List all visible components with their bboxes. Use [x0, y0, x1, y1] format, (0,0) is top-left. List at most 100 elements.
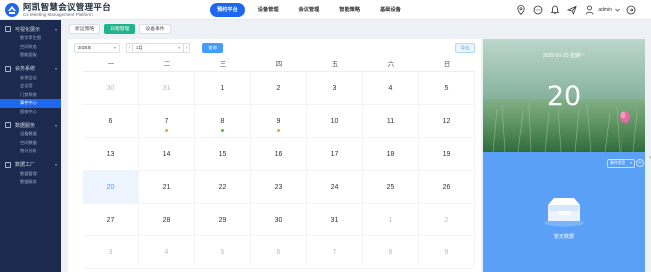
calendar-day[interactable]: 1	[195, 72, 251, 105]
calendar-day[interactable]: 24	[307, 170, 363, 204]
sidebar-item[interactable]: 报修中心	[0, 108, 61, 117]
calendar-day[interactable]: 18	[363, 137, 419, 171]
day-number: 6	[108, 117, 113, 125]
calendar-day[interactable]: 27	[83, 203, 139, 237]
calendar-day[interactable]: 26	[419, 170, 475, 204]
calendar-day[interactable]: 21	[139, 170, 195, 204]
month-select-chevron-icon: ▾	[177, 45, 180, 50]
bell-icon[interactable]	[549, 4, 561, 16]
calendar-day-today[interactable]: 20	[83, 170, 139, 204]
sidebar-item[interactable]: 设备数据	[0, 130, 61, 139]
calendar-day[interactable]: 9	[419, 236, 475, 270]
weekday-header: 一二三四五六日	[83, 58, 475, 72]
sidebar-group-data-services[interactable]: 数据服务 ▾	[0, 120, 61, 130]
calendar-day[interactable]: 28	[139, 203, 195, 237]
export-button[interactable]: 导出	[455, 43, 475, 53]
calendar-day[interactable]: 30	[83, 72, 139, 105]
sidebar-item[interactable]: 会议室	[0, 82, 61, 91]
calendar-day[interactable]: 8	[195, 104, 251, 138]
day-number: 8	[388, 249, 393, 257]
calendar-day[interactable]: 10	[307, 104, 363, 138]
empty-box-icon	[542, 195, 586, 232]
calendar-day[interactable]: 30	[251, 203, 307, 237]
sidebar-item[interactable]: 数字孪生图	[0, 34, 61, 43]
sidebar-item[interactable]: 数据管理	[0, 170, 61, 179]
calendar-day[interactable]: 22	[195, 170, 251, 204]
calendar-day[interactable]: 12	[419, 104, 475, 138]
nav-device-management[interactable]: 设备管理	[251, 3, 286, 17]
weekday-label: 二	[163, 61, 171, 68]
calendar-day[interactable]: 6	[83, 104, 139, 138]
nav-meeting-management[interactable]: 会议管理	[292, 3, 327, 17]
sidebar-item[interactable]: 智能面板	[0, 51, 61, 60]
user-name[interactable]: admin	[598, 7, 612, 13]
calendar-day[interactable]: 14	[139, 137, 195, 171]
nav-smart-strategy[interactable]: 智能策略	[332, 3, 367, 17]
calendar-day[interactable]: 7	[139, 104, 195, 138]
calendar-day[interactable]: 29	[195, 203, 251, 237]
calendar-day[interactable]: 2	[251, 72, 307, 105]
calendar-day[interactable]: 11	[363, 104, 419, 138]
calendar-day[interactable]: 13	[83, 137, 139, 171]
message-icon[interactable]	[532, 4, 544, 16]
calendar-day[interactable]: 2	[419, 203, 475, 237]
sidebar-group-meeting-system[interactable]: 会务系统 ▾	[0, 64, 61, 74]
tab-operation-strategy[interactable]: 新运策略	[69, 24, 101, 34]
top-right-tools: admin	[510, 3, 637, 17]
month-select[interactable]: 1月 ▾	[132, 43, 184, 53]
month-select-value: 1月	[136, 45, 143, 50]
calendar-day[interactable]: 7	[307, 236, 363, 270]
calendar-day[interactable]: 9	[251, 104, 307, 138]
sidebar-item[interactable]: 数据服务	[0, 178, 61, 187]
location-icon[interactable]	[515, 4, 527, 16]
year-select-value: 2025年	[78, 45, 92, 50]
day-number: 23	[274, 183, 283, 191]
calendar-day[interactable]: 3	[83, 236, 139, 270]
logout-icon[interactable]	[625, 4, 637, 16]
day-number: 2	[276, 85, 281, 92]
day-number: 13	[106, 150, 115, 158]
sidebar-item[interactable]: 门禁系统	[0, 91, 61, 100]
sidebar-item[interactable]: 安排会议	[0, 74, 61, 83]
calendar-day[interactable]: 4	[363, 72, 419, 105]
sidebar-item[interactable]: 空间数据	[0, 139, 61, 148]
day-number: 30	[274, 216, 283, 224]
calendar-day[interactable]: 6	[251, 236, 307, 270]
sidebar-item[interactable]: 统计分析	[0, 147, 61, 156]
chevron-down-icon[interactable]	[614, 4, 620, 16]
calendar-day[interactable]: 25	[363, 170, 419, 204]
nav-booking-platform[interactable]: 预约平台	[210, 3, 245, 17]
add-event-button[interactable]: +	[636, 159, 644, 167]
user-icon[interactable]	[583, 4, 595, 16]
day-number: 1	[388, 216, 393, 224]
send-icon[interactable]	[566, 4, 578, 16]
day-number: 2	[444, 216, 449, 224]
sidebar-item[interactable]: 事件中心	[0, 99, 61, 108]
sidebar-group-data-factory[interactable]: 数据工厂 ▾	[0, 160, 61, 170]
sidebar-group-visualization[interactable]: 可视化展示 ▾	[0, 24, 61, 34]
query-button[interactable]: 查询	[202, 43, 223, 53]
calendar-day[interactable]: 1	[363, 203, 419, 237]
calendar-day[interactable]: 19	[419, 137, 475, 171]
app-logo[interactable]: 阿凯智慧会议管理平台 Cx Meeting Management Platfor…	[4, 2, 111, 18]
sidebar-item[interactable]: 空间状态	[0, 43, 61, 52]
calendar-day[interactable]: 23	[251, 170, 307, 204]
calendar-day[interactable]: 16	[251, 137, 307, 171]
year-select[interactable]: 2025年 ▾	[74, 43, 120, 53]
event-type-select[interactable]: 事件类型 ▾	[607, 159, 635, 168]
calendar-day[interactable]: 4	[139, 236, 195, 270]
calendar-day[interactable]: 3	[307, 72, 363, 105]
nav-basic-devices[interactable]: 基础设备	[373, 3, 408, 17]
calendar-day[interactable]: 15	[195, 137, 251, 171]
calendar-day[interactable]: 31	[307, 203, 363, 237]
tab-schedule-management[interactable]: 日程管理	[104, 24, 136, 34]
calendar-day[interactable]: 5	[419, 72, 475, 105]
calendar-day[interactable]: 17	[307, 137, 363, 171]
calendar-day[interactable]: 8	[363, 236, 419, 270]
calendar-day[interactable]: 5	[195, 236, 251, 270]
day-number: 6	[276, 249, 281, 257]
calendar-day[interactable]: 31	[139, 72, 195, 105]
tab-device-events[interactable]: 设备事件	[139, 24, 171, 34]
sidebar-group-label: 数据服务	[15, 122, 36, 129]
next-month-button[interactable]: ›	[183, 43, 190, 53]
